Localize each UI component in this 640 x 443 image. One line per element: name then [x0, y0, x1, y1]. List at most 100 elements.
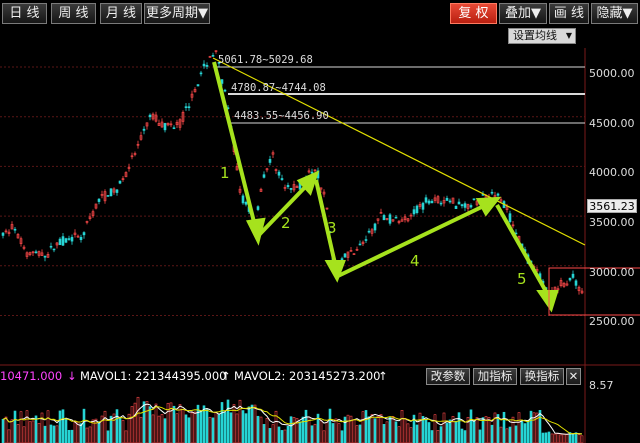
candle-body — [34, 251, 38, 254]
volume-bar — [235, 413, 239, 443]
volume-bar — [355, 425, 359, 443]
volume-bar — [427, 422, 431, 443]
volume-bar — [580, 435, 584, 443]
volume-bar — [79, 423, 83, 443]
volume-bar — [364, 410, 368, 443]
volume-bar — [253, 404, 257, 443]
candle-body — [202, 63, 206, 67]
candle-body — [394, 216, 398, 219]
candle-body — [508, 213, 512, 223]
candle-body — [196, 84, 200, 87]
mavol1-label: MAVOL1: 221344395.000 — [80, 369, 227, 383]
volume-bar — [73, 421, 77, 443]
volume-bar — [250, 404, 254, 443]
volume-bar — [202, 405, 206, 443]
candle-body — [373, 223, 377, 231]
volume-bar — [559, 434, 563, 443]
volume-bar — [562, 433, 566, 443]
wave-label-5: 5 — [517, 270, 527, 288]
volume-bar — [325, 421, 329, 443]
volume-bar — [565, 434, 569, 443]
level-label-peak: 5061.78~5029.68 — [218, 54, 313, 66]
volume-bar — [385, 421, 389, 443]
volume-bar — [418, 412, 422, 443]
volume-bar — [103, 410, 107, 443]
volume-bar — [211, 417, 215, 443]
volume-bar — [85, 427, 89, 443]
add-indicator-button[interactable]: 加指标 — [473, 368, 517, 385]
candle-body — [382, 215, 386, 221]
volume-bar — [361, 411, 365, 443]
volume-bar — [535, 412, 539, 443]
volume-bar — [292, 417, 296, 443]
wave-arrow-5-head — [536, 290, 559, 313]
candle-body — [571, 273, 575, 278]
volume-bar — [328, 408, 332, 443]
volume-bar — [481, 417, 485, 443]
wave-label-3: 3 — [327, 219, 337, 237]
mavol1-line — [2, 403, 583, 435]
mavol2-line — [2, 406, 583, 435]
candle-body — [439, 202, 443, 205]
y-tick-4500: 4500.00 — [589, 117, 635, 130]
volume-bar — [538, 410, 542, 443]
volume-bar — [289, 416, 293, 443]
volume-bar — [172, 405, 176, 443]
volume-bar — [247, 406, 251, 443]
candle-body — [184, 106, 188, 108]
volume-bar — [406, 423, 410, 443]
wave-arrow-1-head — [245, 217, 266, 246]
switch-indicator-button[interactable]: 换指标 — [520, 368, 564, 385]
volume-bar — [475, 417, 479, 443]
volume-bar — [154, 403, 158, 443]
volume-bar — [436, 430, 440, 443]
volume-bar — [175, 413, 179, 443]
volume-bar — [520, 421, 524, 443]
volume-bar — [319, 420, 323, 443]
candle-body — [448, 200, 452, 203]
volume-bar — [541, 432, 545, 443]
volume-bar — [298, 421, 302, 443]
volume-bar — [529, 410, 533, 443]
volume-bar — [340, 430, 344, 443]
volume-bar — [52, 425, 56, 443]
close-icon[interactable]: ✕ — [566, 368, 581, 385]
candle-body — [13, 228, 17, 231]
volume-bar — [334, 418, 338, 443]
volume-bar — [55, 425, 59, 443]
candle-body — [1, 232, 5, 236]
volume-bar — [331, 423, 335, 443]
change-params-button[interactable]: 改参数 — [426, 368, 470, 385]
candle-body — [277, 171, 281, 176]
vol-arrow-icon: ↓ — [67, 369, 77, 383]
volume-bar — [352, 419, 356, 443]
candle-body — [142, 128, 146, 131]
candle-body — [205, 65, 209, 67]
volume-bar — [217, 414, 221, 443]
volume-bar — [448, 419, 452, 443]
volume-bar — [577, 434, 581, 443]
volume-bar — [490, 424, 494, 443]
volume-bar — [523, 423, 527, 443]
candle-body — [445, 197, 449, 201]
volume-bar — [46, 410, 50, 443]
volume-bar — [556, 433, 560, 443]
candle-body — [427, 200, 431, 204]
candle-body — [58, 238, 62, 246]
candle-body — [220, 79, 224, 84]
candle-body — [223, 89, 227, 92]
volume-bar — [454, 420, 458, 443]
candle-body — [67, 238, 71, 240]
volume-bar — [400, 410, 404, 443]
mavol2-arrow-icon: ↑ — [378, 369, 388, 383]
volume-bar — [478, 429, 482, 443]
volume-bar — [193, 411, 197, 443]
volume-bar — [571, 433, 575, 443]
volume-bar — [502, 411, 506, 443]
volume-bar — [574, 432, 578, 443]
volume-bar — [256, 415, 260, 443]
volume-bar — [49, 424, 53, 443]
candle-body — [241, 195, 245, 204]
volume-bar — [445, 422, 449, 443]
volume-bar — [187, 417, 191, 443]
